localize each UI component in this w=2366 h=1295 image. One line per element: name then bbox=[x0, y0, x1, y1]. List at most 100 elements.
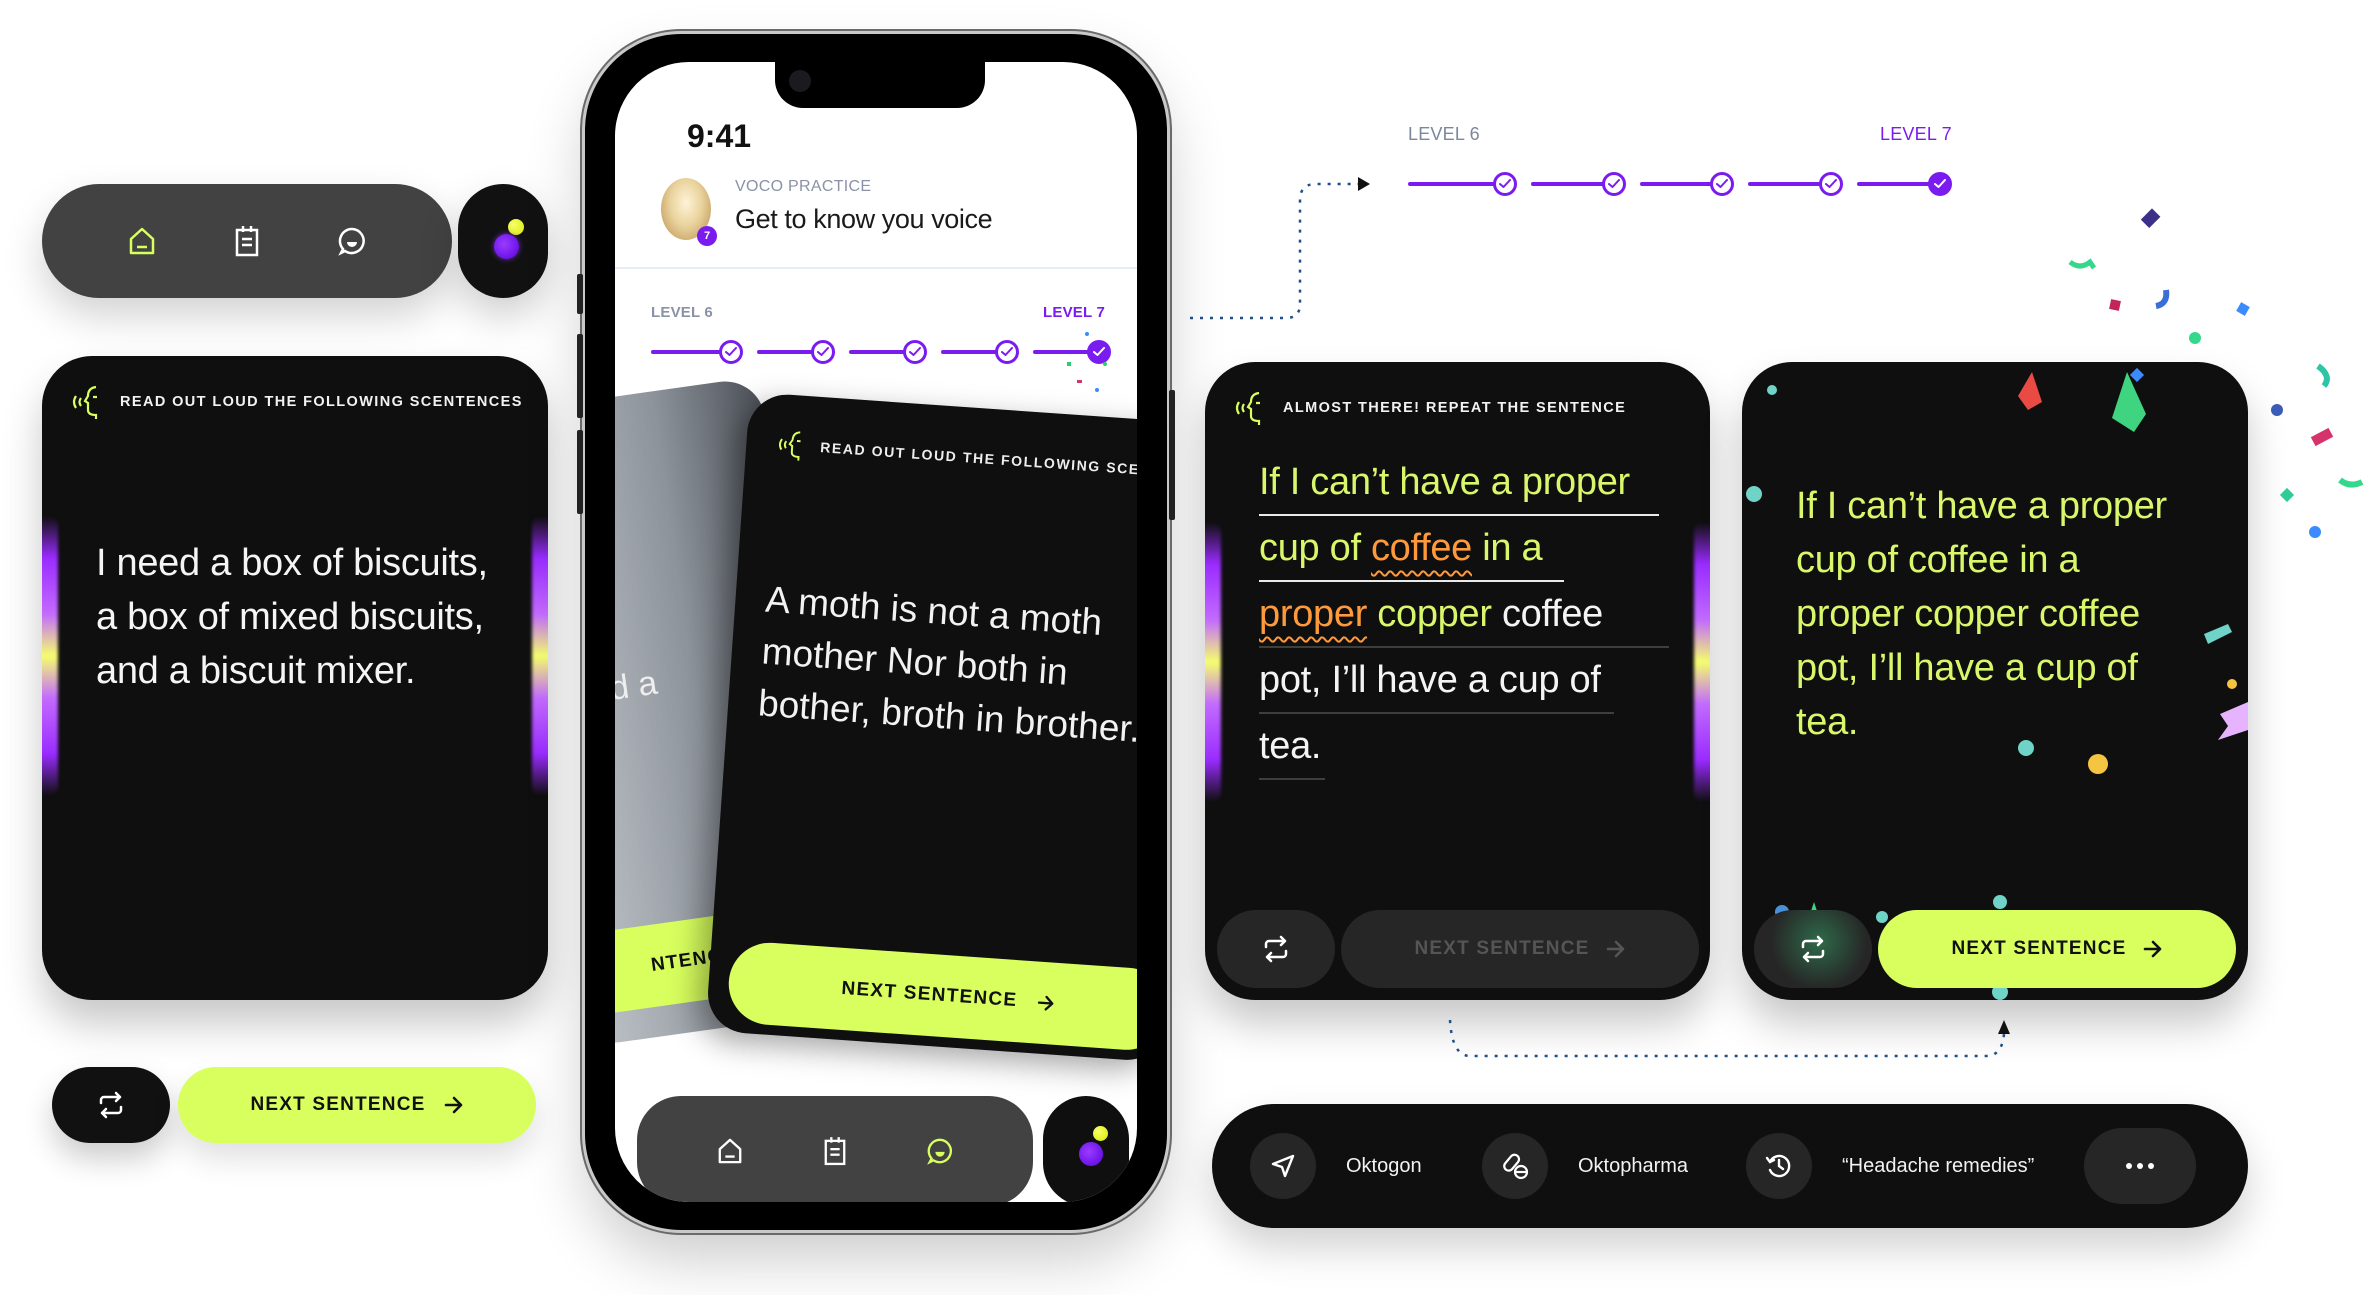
confetti-piece bbox=[2271, 404, 2283, 416]
progress-step-node bbox=[1087, 340, 1111, 364]
correct-words: in a bbox=[1472, 527, 1543, 569]
nav-notes-button[interactable] bbox=[229, 223, 265, 259]
check-icon bbox=[725, 347, 737, 356]
confetti-piece bbox=[2140, 208, 2161, 228]
suggestion-chip[interactable]: Oktogon bbox=[1242, 1126, 1462, 1206]
card-instruction: ALMOST THERE! REPEAT THE SENTENCE bbox=[1283, 400, 1627, 416]
line-underline bbox=[1259, 580, 1564, 582]
check-icon bbox=[1607, 179, 1620, 188]
phone-nav-chat-button[interactable] bbox=[922, 1133, 958, 1169]
card-instruction: READ OUT LOUD THE FOLLOWING SCENTENCES bbox=[120, 394, 523, 410]
next-sentence-label: NEXT SENTENCE bbox=[1951, 938, 2127, 959]
current-card: READ OUT LOUD THE FOLLOWING SCENTI A mot… bbox=[705, 392, 1137, 1063]
notepad-icon bbox=[235, 226, 259, 257]
level-to-label: LEVEL 7 bbox=[1043, 304, 1105, 321]
home-icon bbox=[130, 227, 155, 255]
confetti-piece bbox=[2068, 258, 2097, 270]
repeat-button[interactable] bbox=[1754, 910, 1872, 988]
progress-step-node bbox=[903, 340, 927, 364]
confetti-piece bbox=[2316, 363, 2330, 388]
voice-glow-right bbox=[1694, 522, 1710, 802]
pending-words: coffee bbox=[1491, 593, 1603, 635]
phone-voice-assistant-button[interactable] bbox=[1043, 1096, 1129, 1202]
voice-orb-icon bbox=[1079, 1142, 1103, 1166]
confetti-piece bbox=[1067, 362, 1071, 366]
sentence-line: proper copper coffee bbox=[1259, 594, 1603, 634]
voice-glow-right bbox=[532, 516, 548, 796]
repeat-icon bbox=[1264, 935, 1288, 963]
nav-chat-button[interactable] bbox=[334, 223, 370, 259]
next-sentence-button[interactable]: NEXT SENTENCE bbox=[1878, 910, 2236, 988]
mispronounced-word[interactable]: proper bbox=[1259, 593, 1367, 635]
confetti-piece bbox=[1767, 385, 1777, 395]
phone-nav-notes-button[interactable] bbox=[817, 1133, 853, 1169]
sentence-line: cup of coffee in a bbox=[1259, 527, 1543, 569]
next-sentence-button-disabled[interactable]: NEXT SENTENCE bbox=[1341, 910, 1699, 988]
confetti-piece bbox=[2236, 302, 2250, 316]
phone-notch bbox=[775, 62, 985, 108]
repeat-icon bbox=[99, 1091, 123, 1119]
current-card-next-button[interactable]: NEXT SENTENCE bbox=[726, 940, 1137, 1053]
repeat-icon bbox=[1801, 935, 1825, 963]
nav-home-button[interactable] bbox=[124, 223, 160, 259]
mispronounced-word[interactable]: coffee bbox=[1371, 527, 1472, 569]
confetti-piece bbox=[2189, 332, 2201, 344]
suggestion-label: Oktogon bbox=[1346, 1154, 1422, 1177]
voice-glow-left bbox=[42, 516, 58, 796]
suggestion-chip[interactable]: Oktopharma bbox=[1474, 1126, 1726, 1206]
repeat-button[interactable] bbox=[1217, 910, 1335, 988]
app-subtitle: VOCO PRACTICE bbox=[735, 178, 872, 195]
check-icon bbox=[1825, 179, 1838, 188]
check-icon bbox=[1001, 347, 1013, 356]
navigation-arrow-icon bbox=[1271, 1154, 1295, 1178]
sentence-line: If I can’t have a proper bbox=[1259, 462, 1630, 502]
chip-icon-wrap bbox=[1250, 1133, 1316, 1199]
confetti-piece bbox=[2227, 679, 2237, 689]
confetti-piece bbox=[1876, 911, 1888, 923]
check-icon bbox=[1716, 179, 1729, 188]
suggestion-chip-bar: Oktogon Oktopharma “Headache remedies” bbox=[1212, 1104, 2248, 1228]
correct-words: cup of bbox=[1259, 527, 1371, 569]
progress-track-segment bbox=[1408, 182, 1505, 186]
level-to-label: LEVEL 7 bbox=[1880, 124, 1952, 144]
voice-assistant-button[interactable] bbox=[458, 184, 548, 298]
next-sentence-label: NEXT SENTENCE bbox=[250, 1094, 426, 1115]
chat-bubble-icon bbox=[337, 227, 365, 256]
confetti-piece bbox=[2109, 299, 2121, 311]
arrow-right-icon bbox=[1606, 940, 1624, 958]
phone-volume-down bbox=[577, 430, 583, 514]
pending-words: tea. bbox=[1259, 725, 1322, 767]
confetti-piece bbox=[1095, 388, 1099, 392]
confetti-piece bbox=[2204, 624, 2232, 644]
line-underline bbox=[1259, 712, 1614, 714]
confetti-piece bbox=[1103, 362, 1107, 366]
card-header: READ OUT LOUD THE FOLLOWING SCENTENCES bbox=[70, 384, 523, 420]
progress-step-node bbox=[1492, 172, 1517, 196]
progress-step-node bbox=[1819, 172, 1844, 196]
app-title: Get to know you voice bbox=[735, 204, 993, 234]
more-dots-icon bbox=[2126, 1163, 2132, 1169]
confetti-piece bbox=[1077, 380, 1082, 383]
flow-connector-arrow bbox=[1190, 177, 1370, 320]
line-underline bbox=[1259, 778, 1325, 780]
confetti-piece bbox=[2018, 372, 2042, 410]
correct-words: If I can’t have a proper bbox=[1259, 461, 1630, 503]
more-suggestions-button[interactable] bbox=[2084, 1128, 2196, 1204]
suggestion-label: “Headache remedies” bbox=[1842, 1154, 2035, 1177]
more-dots-icon bbox=[2148, 1163, 2154, 1169]
repeat-button[interactable] bbox=[52, 1067, 170, 1143]
next-sentence-button[interactable]: NEXT SENTENCE bbox=[178, 1067, 536, 1143]
suggestion-chip[interactable]: “Headache remedies” bbox=[1738, 1126, 2072, 1206]
phone-nav-home-button[interactable] bbox=[712, 1133, 748, 1169]
progress-step-node bbox=[1601, 172, 1626, 196]
check-icon bbox=[909, 347, 921, 356]
card-header: ALMOST THERE! REPEAT THE SENTENCE bbox=[1233, 390, 1626, 426]
voice-orb-icon bbox=[508, 219, 524, 235]
progress-step-node bbox=[719, 340, 743, 364]
arrow-right-icon bbox=[1037, 995, 1054, 1011]
arrow-right-icon bbox=[444, 1096, 462, 1114]
suggestion-label: Oktopharma bbox=[1578, 1154, 1689, 1177]
current-card-header: READ OUT LOUD THE FOLLOWING SCENTI bbox=[775, 428, 1137, 487]
progress-step-node bbox=[1710, 172, 1735, 196]
line-underline bbox=[1259, 646, 1669, 648]
